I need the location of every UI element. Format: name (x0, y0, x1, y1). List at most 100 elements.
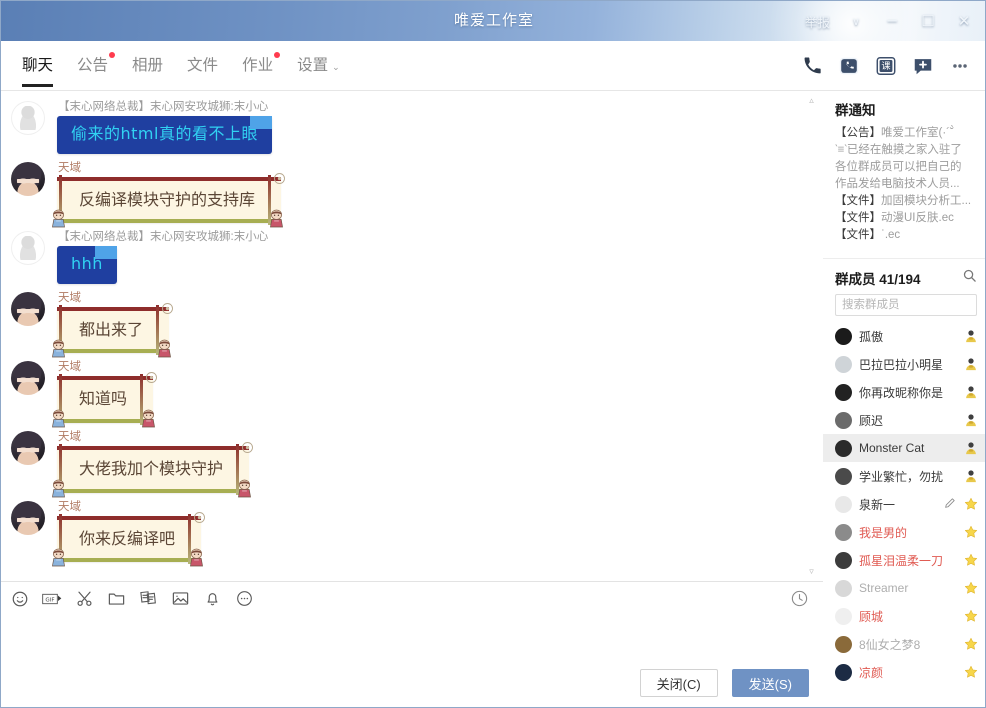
member-item[interactable]: 凉颜 (823, 658, 985, 686)
member-badge-icon (964, 441, 978, 455)
close-chat-button[interactable]: 关闭(C) (639, 669, 718, 697)
search-icon[interactable] (962, 268, 977, 288)
minimize-button[interactable]: ─ (875, 1, 909, 41)
member-item[interactable]: Streamer (823, 574, 985, 602)
tab-label: 聊天 (22, 56, 54, 74)
message-bubble[interactable]: 反编译模块守护的支持库 (52, 172, 285, 228)
member-avatar[interactable] (835, 635, 852, 653)
member-item[interactable]: 学业繁忙，勿扰 (823, 462, 985, 490)
message-input[interactable] (13, 619, 811, 663)
class-icon[interactable]: 课 (872, 52, 900, 80)
member-search-input[interactable] (835, 294, 977, 316)
member-item[interactable]: 8仙女之梦8 (823, 630, 985, 658)
image-icon[interactable] (170, 589, 190, 609)
send-message-button[interactable]: 发送(S) (731, 669, 809, 697)
close-button[interactable]: ✕ (947, 1, 981, 41)
notice-line[interactable]: 【公告】唯爱工作室(·´˘̀ (835, 125, 977, 142)
notice-line[interactable]: ‵≡‵已经在触摸之家入驻了 (835, 142, 977, 159)
bell-icon[interactable] (202, 589, 222, 609)
member-item[interactable]: 顾城 (823, 602, 985, 630)
member-avatar[interactable] (835, 495, 852, 513)
member-item[interactable]: 孤星泪温柔一刀 (823, 546, 985, 574)
avatar[interactable] (11, 161, 45, 196)
maximize-icon: ☐ (921, 11, 935, 30)
maximize-button[interactable]: ☐ (911, 1, 945, 41)
scroll-down-arrow[interactable]: ▿ (809, 562, 814, 581)
tab-5[interactable]: 设置 ⌄ (286, 41, 351, 91)
avatar[interactable] (11, 231, 45, 266)
video-call-icon[interactable] (835, 52, 863, 80)
qq-group-chat-window: 唯爱工作室 举报 ∨ ─ ☐ ✕ 聊天 公告 相册 文件 作业 设置 ⌄ 课 【… (0, 0, 986, 708)
notification-dot (109, 51, 116, 58)
member-avatar[interactable] (835, 411, 852, 429)
member-avatar[interactable] (835, 439, 852, 457)
tab-1[interactable]: 公告 (66, 41, 119, 91)
member-item[interactable]: 泉新一 (823, 490, 985, 518)
chat-history-icon[interactable] (789, 589, 809, 609)
member-name: 巴拉巴拉小明星 (859, 357, 944, 372)
member-item[interactable]: 巴拉巴拉小明星 (823, 350, 985, 378)
notice-line[interactable]: 作品发给电脑技术人员... (835, 176, 977, 193)
avatar[interactable] (11, 291, 45, 326)
tab-label: 公告 (77, 56, 109, 74)
scissors-icon[interactable] (74, 589, 94, 609)
edit-pencil-icon[interactable] (944, 497, 956, 512)
avatar[interactable] (11, 101, 45, 135)
message-bubble[interactable]: 你来反编译吧 (52, 511, 205, 567)
member-item[interactable]: 孤傲 (823, 322, 985, 350)
member-item[interactable]: 你再改昵称你是 (823, 378, 985, 406)
member-list[interactable]: 孤傲 巴拉巴拉小明星 你再改昵称你是 顾迟 Monster Cat 学业繁忙，勿… (823, 322, 985, 686)
member-avatar[interactable] (835, 607, 852, 625)
message-bubble[interactable]: hhh (57, 246, 117, 284)
member-item[interactable]: 顾迟 (823, 406, 985, 434)
message-bubble[interactable]: 知道吗 (52, 372, 157, 428)
folder-icon[interactable] (106, 589, 126, 609)
tab-3[interactable]: 文件 (176, 41, 229, 91)
member-avatar[interactable] (835, 327, 852, 345)
message-sender: 【末心网络总裁】末心网安攻城狮:末小心 (58, 231, 269, 244)
notice-line[interactable]: 各位群成员可以把自己的 (835, 159, 977, 176)
add-chat-icon[interactable] (909, 52, 937, 80)
notice-line[interactable]: 【文件】ˈ.ec (835, 227, 977, 244)
notice-text: 加固模块分析工... (881, 195, 972, 207)
member-name: 孤傲 (859, 329, 884, 344)
tab-2[interactable]: 相册 (121, 41, 174, 91)
member-avatar[interactable] (835, 383, 852, 401)
chevron-down-icon[interactable]: ∨ (839, 1, 873, 41)
message-list[interactable]: 【末心网络总裁】末心网安攻城狮:末小心 偷来的html真的看不上眼 天域 反编译模块守… (1, 91, 823, 581)
more-dots-icon[interactable] (234, 589, 254, 609)
star-badge-icon (964, 581, 978, 595)
avatar[interactable] (11, 430, 45, 465)
message-bubble[interactable]: 都出来了 (52, 302, 173, 358)
group-notice-lines[interactable]: 【公告】唯爱工作室(·´˘̀ ‵≡‵已经在触摸之家入驻了 各位群成员可以把自己的 作品… (835, 125, 977, 244)
message-bubble[interactable]: 偷来的html真的看不上眼 (57, 116, 272, 154)
message-text: 你来反编译吧 (79, 528, 176, 548)
scroll-up-arrow[interactable]: ▵ (809, 91, 814, 110)
emoji-icon[interactable] (10, 589, 30, 609)
tab-4[interactable]: 作业 (231, 41, 284, 91)
report-button[interactable]: 举报 (798, 1, 837, 41)
notice-line[interactable]: 【文件】动漫UI反肤.ec (835, 210, 977, 227)
member-avatar[interactable] (835, 579, 852, 597)
member-avatar[interactable] (835, 467, 852, 485)
message-text: hhh (71, 254, 103, 274)
more-icon[interactable] (946, 52, 974, 80)
avatar[interactable] (11, 500, 45, 535)
phone-call-icon[interactable] (798, 52, 826, 80)
member-item[interactable]: Monster Cat (823, 434, 985, 462)
title-bar: 唯爱工作室 举报 ∨ ─ ☐ ✕ (1, 1, 985, 41)
member-avatar[interactable] (835, 551, 852, 569)
code-shot-icon[interactable] (138, 589, 158, 609)
tab-0[interactable]: 聊天 (11, 41, 64, 91)
member-item[interactable]: 我是男的 (823, 518, 985, 546)
avatar[interactable] (11, 361, 45, 396)
gif-icon[interactable]: GIF (42, 589, 62, 609)
notice-line[interactable]: 【文件】加固模块分析工... (835, 193, 977, 210)
message-text: 知道吗 (79, 389, 128, 409)
member-avatar[interactable] (835, 355, 852, 373)
message-scrollbar[interactable]: ▵ ▿ (805, 91, 818, 581)
member-avatar[interactable] (835, 523, 852, 541)
message-bubble[interactable]: 大佬我加个模块守护 (52, 441, 253, 497)
star-badge-icon (964, 665, 978, 679)
member-avatar[interactable] (835, 663, 852, 681)
